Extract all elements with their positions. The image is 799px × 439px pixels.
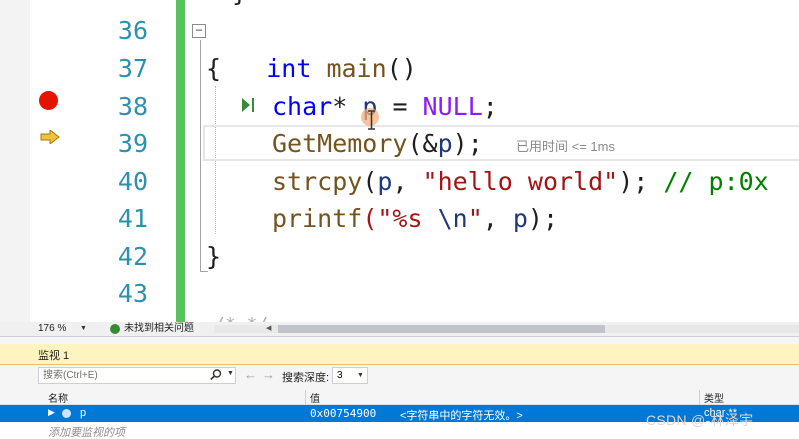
token-punct: , [482, 204, 513, 233]
scrollbar-thumb[interactable] [278, 325, 605, 333]
token-variable: p [437, 129, 453, 158]
editor-status-bar: 176 % ▼ 未找到相关问题 ◀ [0, 322, 799, 336]
line-number: 43 [117, 279, 148, 308]
token-string: ("%s [362, 204, 438, 233]
line-number: 39 [117, 129, 148, 158]
watch-toolbar: 搜索(Ctrl+E) ▼ ← → 搜索深度: 3 ▼ [0, 365, 799, 387]
token-punct: = [377, 92, 423, 121]
line-number: 36 [117, 16, 148, 45]
ibeam-cursor-icon [368, 110, 375, 130]
column-separator[interactable] [305, 390, 306, 406]
watch-row-value: 0x00754900 [310, 407, 377, 420]
token-function: GetMemory [272, 129, 408, 158]
code-line-38[interactable]: char* p = NULL; [272, 88, 498, 126]
token-punct: () [386, 54, 417, 83]
line-number: 41 [117, 204, 148, 233]
code-line-40[interactable]: strcpy(p, "hello world"); // p:0x [272, 163, 769, 201]
variable-icon [62, 409, 71, 418]
collapse-icon[interactable]: − [192, 24, 206, 38]
column-type[interactable]: 类型 [704, 390, 724, 405]
token-punct: ); [618, 167, 664, 196]
watch-title: 监视 1 [38, 350, 70, 362]
watch-column-header: 名称 值 类型 [0, 389, 799, 406]
watch-row-message: <字符串中的字符无效。> [400, 410, 523, 422]
token-brace: { [206, 54, 222, 83]
chevron-down-icon[interactable]: ▼ [227, 367, 234, 381]
arrow-right-icon[interactable]: → [262, 365, 275, 385]
change-tracking-bar [176, 0, 185, 322]
token-macro: NULL [422, 92, 483, 121]
execution-arrow-icon[interactable] [40, 130, 60, 144]
line-number: 37 [117, 54, 148, 83]
code-fragment-prev: } [232, 0, 247, 12]
check-icon [110, 324, 120, 334]
fold-guide [200, 40, 201, 272]
token-punct: ; [482, 92, 498, 121]
zoom-value: 176 % [38, 323, 67, 334]
token-punct: , [392, 167, 423, 196]
token-punct: ); [452, 129, 483, 158]
search-depth-value: 3 [337, 370, 343, 381]
line-number: 42 [117, 242, 148, 271]
chevron-down-icon[interactable]: ▼ [80, 322, 87, 336]
token-string: "hello world" [422, 167, 619, 196]
breakpoint-icon[interactable] [39, 91, 58, 110]
token-escape: \n [437, 204, 468, 233]
code-line-42[interactable]: } [206, 238, 221, 276]
column-name[interactable]: 名称 [48, 390, 68, 405]
perf-tip[interactable]: 已用时间 <= 1ms [516, 136, 615, 155]
code-line-37[interactable]: { [206, 50, 221, 88]
add-watch-placeholder: 添加要监视的项 [48, 427, 125, 439]
arrow-left-icon[interactable]: ← [244, 365, 257, 385]
watch-title-bar[interactable]: 监视 1 [0, 344, 799, 365]
chevron-down-icon[interactable]: ▼ [357, 367, 364, 384]
token-keyword: char [272, 92, 333, 121]
token-keyword: int [266, 54, 312, 83]
token-punct: ); [527, 204, 559, 233]
run-to-click-icon[interactable] [240, 96, 258, 114]
line-number: 38 [117, 92, 148, 121]
token-variable: p [512, 204, 528, 233]
code-editor[interactable]: 36 37 38 39 40 41 42 43 } − int main() {… [0, 0, 799, 322]
issues-status[interactable]: 未找到相关问题 [124, 322, 194, 336]
scroll-left-icon[interactable]: ◀ [266, 322, 271, 336]
search-input[interactable]: 搜索(Ctrl+E) [38, 367, 236, 384]
code-line-41[interactable]: printf("%s \n", p); [272, 200, 558, 238]
column-separator[interactable] [699, 390, 700, 406]
column-value[interactable]: 值 [310, 390, 320, 405]
search-depth-label: 搜索深度: [282, 372, 330, 384]
indicator-margin[interactable] [0, 0, 30, 322]
token-punct: (& [407, 129, 438, 158]
token-function: main [326, 54, 387, 83]
watermark: CSDN @-林泽宇 [646, 412, 754, 428]
token-brace: } [206, 242, 222, 271]
token-function: strcpy [272, 167, 363, 196]
code-line-39[interactable]: GetMemory(&p); [272, 125, 483, 163]
line-number: 40 [117, 167, 148, 196]
search-icon[interactable] [210, 369, 222, 380]
expand-icon[interactable]: ▶ [48, 407, 55, 418]
token-variable: p [377, 167, 393, 196]
watch-row-name: p [80, 407, 87, 419]
token-function: printf [272, 204, 363, 233]
token-comment: // p:0x [663, 167, 769, 196]
token-punct: ( [362, 167, 378, 196]
code-fragment-next: /* */ [214, 306, 268, 322]
token-string: " [467, 204, 483, 233]
token-punct: * [332, 92, 363, 121]
